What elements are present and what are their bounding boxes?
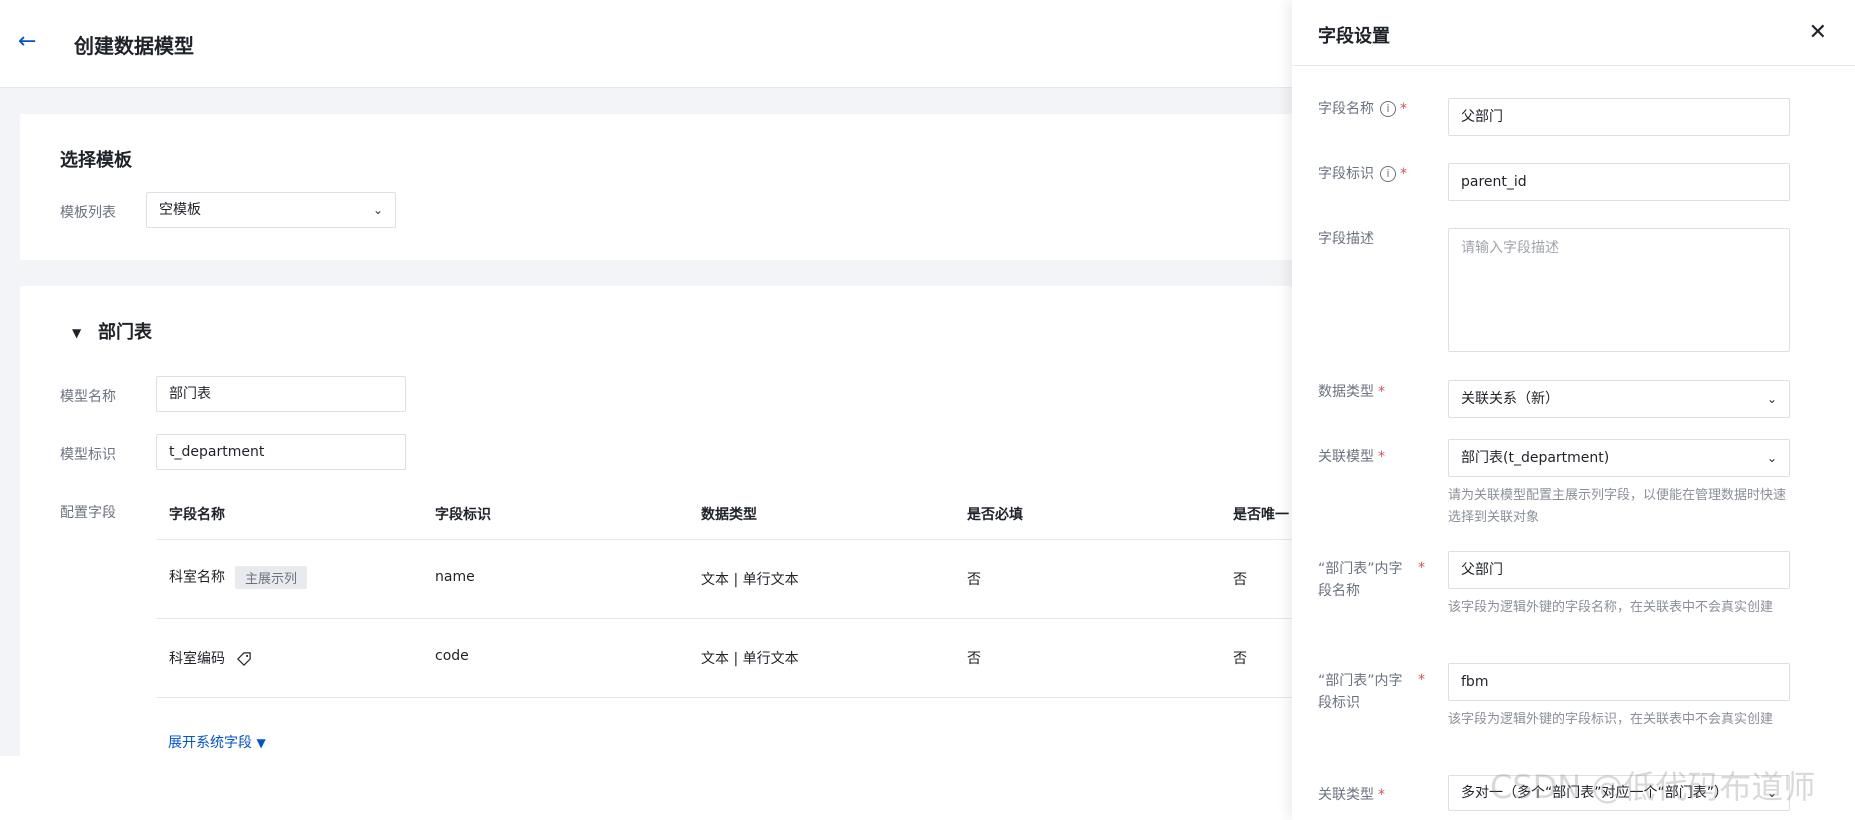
- model-id-input[interactable]: t_department: [156, 434, 406, 470]
- template-list-label: 模板列表: [60, 205, 116, 221]
- inner-name-label-line1: “部门表”内字: [1318, 561, 1403, 577]
- rel-model-value: 部门表(t_department): [1461, 450, 1610, 466]
- field-id-label-text: 字段标识: [1318, 166, 1374, 182]
- row-field-id: name: [435, 569, 475, 585]
- model-id-label: 模型标识: [60, 447, 116, 463]
- chevron-down-icon: ⌄: [1766, 451, 1777, 465]
- inner-id-hint: 该字段为逻辑外键的字段标识，在关联表中不会真实创建: [1448, 712, 1774, 727]
- column-header: 字段名称: [169, 507, 225, 523]
- required-mark: *: [1418, 672, 1425, 688]
- field-id-input[interactable]: parent_id: [1448, 163, 1790, 201]
- info-icon[interactable]: i: [1380, 166, 1396, 182]
- close-icon[interactable]: ✕: [1809, 20, 1827, 45]
- field-desc-label: 字段描述: [1318, 231, 1374, 247]
- rel-model-select[interactable]: 部门表(t_department) ⌄: [1448, 439, 1790, 477]
- field-id-label: 字段标识 i *: [1318, 163, 1407, 185]
- column-header: 数据类型: [701, 507, 757, 523]
- rel-model-label-text: 关联模型: [1318, 449, 1374, 465]
- inner-name-input[interactable]: 父部门: [1448, 551, 1790, 589]
- info-icon[interactable]: i: [1380, 101, 1396, 117]
- field-desc-textarea[interactable]: [1448, 228, 1790, 352]
- inner-id-label-line1: “部门表”内字: [1318, 673, 1403, 689]
- field-name-input[interactable]: 父部门: [1448, 98, 1790, 136]
- expand-system-fields-link[interactable]: 展开系统字段 ▼: [168, 732, 266, 752]
- drawer-header: 字段设置 ✕: [1292, 0, 1855, 66]
- row-field-unique: 否: [1233, 651, 1247, 667]
- inner-name-hint: 该字段为逻辑外键的字段名称，在关联表中不会真实创建: [1448, 600, 1774, 615]
- chevron-down-icon: ⌄: [1766, 392, 1777, 406]
- expand-system-fields-label: 展开系统字段: [168, 735, 252, 751]
- tag-icon[interactable]: [237, 652, 252, 666]
- rel-type-value: 多对一（多个“部门表”对应一个“部门表”）: [1461, 785, 1729, 801]
- column-header: 是否唯一: [1233, 507, 1289, 523]
- template-card-title: 选择模板: [60, 150, 132, 171]
- field-name-label: 字段名称 i *: [1318, 98, 1407, 120]
- column-header: 字段标识: [435, 507, 491, 523]
- column-header: 是否必填: [967, 507, 1023, 523]
- inner-id-input[interactable]: fbm: [1448, 663, 1790, 701]
- chevron-down-icon: ⌄: [372, 203, 383, 217]
- inner-id-label: “部门表”内字 段标识: [1318, 670, 1428, 714]
- inner-name-label: “部门表”内字 段名称: [1318, 558, 1428, 602]
- inner-name-label-line2: 段名称: [1318, 583, 1360, 599]
- chevron-down-icon: ⌄: [1766, 786, 1777, 800]
- fields-label: 配置字段: [60, 505, 116, 521]
- rel-model-hint: 请为关联模型配置主展示列字段，以便能在管理数据时快速选择到关联对象: [1448, 488, 1787, 525]
- data-type-label-text: 数据类型: [1318, 384, 1374, 400]
- primary-display-badge: 主展示列: [235, 566, 308, 589]
- row-field-required: 否: [967, 651, 981, 667]
- caret-down-icon: ▼: [256, 736, 266, 750]
- row-field-type: 文本 | 单行文本: [701, 572, 799, 588]
- required-mark: *: [1400, 166, 1407, 182]
- data-type-value: 关联关系（新）: [1461, 391, 1559, 407]
- template-select-value: 空模板: [159, 202, 201, 218]
- page-title: 创建数据模型: [74, 34, 194, 58]
- rel-type-label-text: 关联类型: [1318, 787, 1374, 803]
- inner-id-label-line2: 段标识: [1318, 695, 1360, 711]
- field-settings-drawer: 字段设置 ✕ 字段名称 i * 父部门 字段标识 i * parent_id 字段描述 …: [1292, 0, 1855, 820]
- required-mark: *: [1378, 449, 1385, 465]
- row-field-name: 科室名称: [169, 569, 225, 586]
- drawer-title: 字段设置: [1318, 26, 1390, 47]
- data-type-label: 数据类型 *: [1318, 381, 1385, 403]
- row-field-name: 科室编码: [169, 651, 225, 667]
- field-name-label-text: 字段名称: [1318, 101, 1374, 117]
- caret-down-icon[interactable]: ▼: [72, 326, 81, 340]
- required-mark: *: [1378, 787, 1385, 803]
- rel-model-label: 关联模型 *: [1318, 446, 1385, 468]
- arrow-left-icon[interactable]: ←: [18, 30, 42, 54]
- model-name-input[interactable]: 部门表: [156, 376, 406, 412]
- rel-type-select[interactable]: 多对一（多个“部门表”对应一个“部门表”） ⌄: [1448, 775, 1790, 811]
- row-field-type: 文本 | 单行文本: [701, 651, 799, 667]
- row-field-unique: 否: [1233, 572, 1247, 588]
- required-mark: *: [1378, 384, 1385, 400]
- row-field-id: code: [435, 648, 469, 664]
- required-mark: *: [1418, 560, 1425, 576]
- section-title: 部门表: [98, 322, 152, 343]
- rel-type-label: 关联类型 *: [1318, 784, 1385, 806]
- row-field-required: 否: [967, 572, 981, 588]
- data-type-select[interactable]: 关联关系（新） ⌄: [1448, 380, 1790, 418]
- required-mark: *: [1400, 101, 1407, 117]
- model-name-label: 模型名称: [60, 389, 116, 405]
- template-select[interactable]: 空模板 ⌄: [146, 192, 396, 228]
